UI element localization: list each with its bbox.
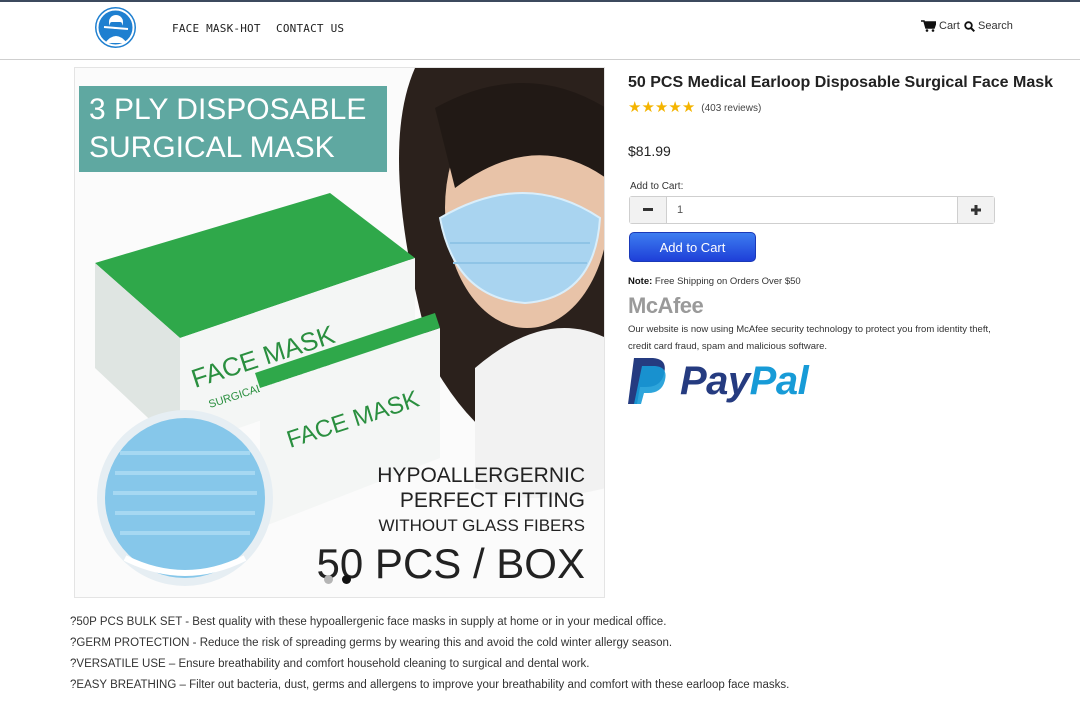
paypal-logo[interactable]: PayPal: [628, 356, 809, 406]
reviews-count[interactable]: (403 reviews): [701, 103, 761, 114]
quantity-input[interactable]: [667, 197, 957, 223]
nav-face-mask-hot[interactable]: FACE MASK-HOT: [172, 22, 261, 35]
banner-line-2: SURGICAL MASK: [89, 131, 335, 164]
mcafee-logo[interactable]: McAfee: [628, 293, 704, 319]
star-icon: ★: [628, 99, 642, 116]
big-count-text: 50 PCS / BOX: [317, 540, 585, 587]
search-icon: [964, 20, 975, 32]
paypal-wordmark: PayPal: [680, 358, 809, 403]
add-to-cart-button[interactable]: Add to Cart: [629, 232, 756, 262]
mask-person-icon[interactable]: [95, 7, 136, 48]
quantity-stepper: [629, 196, 995, 224]
note-text: Free Shipping on Orders Over $50: [652, 276, 801, 287]
feature-text-1: HYPOALLERGERNIC: [377, 464, 585, 487]
plus-icon: [971, 205, 981, 215]
star-icon: ★: [681, 99, 696, 116]
nav-contact-us[interactable]: CONTACT US: [276, 22, 344, 35]
carousel-dot-1[interactable]: [324, 575, 333, 584]
paypal-p-icon: [628, 358, 666, 404]
star-icon: ★: [668, 99, 682, 116]
mcafee-description: Our website is now using McAfee security…: [628, 324, 991, 352]
product-price: $81.99: [628, 143, 671, 159]
product-image[interactable]: 3 PLY DISPOSABLE SURGICAL MASK FACE MASK…: [74, 67, 605, 598]
cart-icon: [921, 20, 936, 32]
search-label: Search: [978, 20, 1013, 32]
star-icon: ★: [641, 99, 655, 116]
note-label: Note:: [628, 276, 653, 287]
feature-item: ?50P PCS BULK SET - Best quality with th…: [70, 616, 667, 628]
carousel-dots: [324, 575, 351, 584]
increment-button[interactable]: [957, 197, 994, 223]
feature-item: ?VERSATILE USE – Ensure breathability an…: [70, 658, 590, 670]
feature-list: ?50P PCS BULK SET - Best quality with th…: [70, 614, 789, 698]
add-to-cart-label: Add to Cart:: [630, 181, 684, 192]
shipping-note: Note: Free Shipping on Orders Over $50: [628, 276, 801, 287]
banner-line-1: 3 PLY DISPOSABLE: [89, 93, 366, 126]
navbar: FACE MASK-HOT CONTACT US Cart Search: [0, 2, 1080, 60]
search-link[interactable]: Search: [964, 20, 1013, 32]
feature-text-3: WITHOUT GLASS FIBERS: [378, 516, 585, 535]
feature-item: ?GERM PROTECTION - Reduce the risk of sp…: [70, 637, 673, 649]
star-icon: ★: [654, 99, 669, 116]
decrement-button[interactable]: [630, 197, 667, 223]
cart-link[interactable]: Cart: [921, 20, 960, 32]
rating: ★ ★ ★ ★ ★ (403 reviews): [628, 100, 761, 116]
product-title: 50 PCS Medical Earloop Disposable Surgic…: [628, 74, 1054, 91]
feature-text-2: PERFECT FITTING: [400, 489, 585, 512]
carousel-dot-2[interactable]: [342, 575, 351, 584]
feature-item: ?EASY BREATHING – Filter out bacteria, d…: [70, 679, 790, 691]
cart-label: Cart: [939, 20, 960, 32]
minus-icon: [643, 208, 653, 211]
